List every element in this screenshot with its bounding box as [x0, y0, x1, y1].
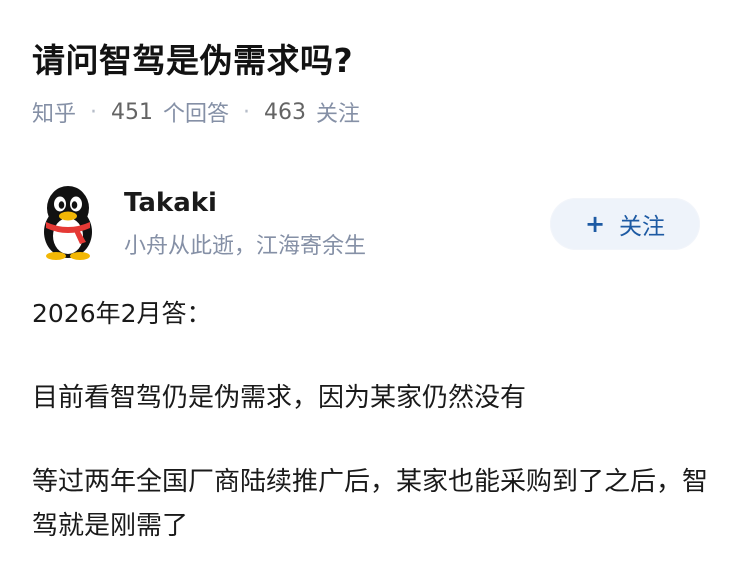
meta-separator: ·: [243, 99, 251, 125]
answer-date: 2026年2月答：: [32, 299, 212, 328]
author-card: Takaki 小舟从此逝，江海寄余生 + 关注: [34, 184, 724, 264]
section-spacer: [0, 146, 752, 160]
meta-separator: ·: [90, 99, 98, 125]
followers-label: 关注: [316, 102, 361, 127]
follow-button[interactable]: + 关注: [550, 198, 700, 250]
question-meta: 知乎 · 451 个回答 · 463 关注: [32, 96, 360, 128]
answers-count: 451: [111, 99, 154, 125]
followers-count: 463: [264, 99, 307, 125]
follow-button-label: 关注: [619, 214, 666, 240]
answer-paragraph: 等过两年全国厂商陆续推广后，某家也能采购到了之后，智驾就是刚需了: [32, 467, 709, 541]
author-name[interactable]: Takaki: [124, 188, 217, 218]
source-label[interactable]: 知乎: [32, 96, 76, 128]
content-fade: [0, 556, 752, 588]
avatar[interactable]: [34, 184, 102, 260]
answers-label[interactable]: 个回答: [163, 96, 229, 128]
author-bio: 小舟从此逝，江海寄余生: [124, 234, 367, 259]
answer-paragraph: 目前看智驾仍是伪需求，因为某家仍然没有: [32, 383, 527, 413]
plus-icon: +: [584, 210, 606, 238]
qq-penguin-icon: [44, 186, 92, 260]
question-title[interactable]: 请问智驾是伪需求吗?: [32, 34, 353, 82]
